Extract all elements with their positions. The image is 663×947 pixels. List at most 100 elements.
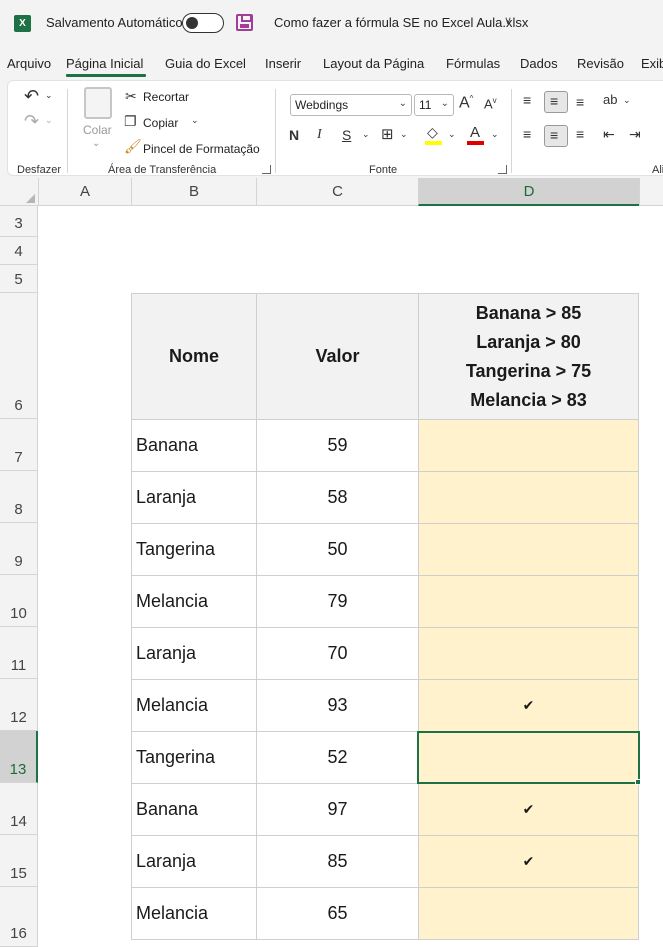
cell-nome[interactable]: Melancia — [131, 575, 257, 628]
column-header-e[interactable] — [639, 178, 663, 206]
row-header-5[interactable]: 5 — [0, 265, 38, 293]
tab-guia-do-excel[interactable]: Guia do Excel — [165, 56, 246, 71]
cell-resultado[interactable] — [418, 627, 639, 680]
align-right-icon[interactable]: ≡ — [576, 127, 584, 141]
cell-valor[interactable]: 70 — [256, 627, 419, 680]
column-header-d[interactable]: D — [418, 178, 639, 206]
cell-nome[interactable]: Laranja — [131, 471, 257, 524]
tab-formulas[interactable]: Fórmulas — [446, 56, 500, 71]
align-middle-button[interactable]: ≡ — [544, 91, 568, 113]
cell-nome[interactable]: Banana — [131, 419, 257, 472]
row-header-3[interactable]: 3 — [0, 206, 38, 237]
cell-valor[interactable]: 79 — [256, 575, 419, 628]
grow-font-icon[interactable]: A^ — [459, 95, 473, 111]
autosave-toggle[interactable] — [182, 13, 224, 33]
tab-dados[interactable]: Dados — [520, 56, 558, 71]
row-header-14[interactable]: 14 — [0, 783, 38, 835]
cell-nome[interactable]: Melancia — [131, 679, 257, 732]
cell-resultado[interactable] — [418, 471, 639, 524]
header-criteria[interactable]: Banana > 85 Laranja > 80 Tangerina > 75 … — [418, 293, 639, 420]
cell-resultado[interactable] — [418, 575, 639, 628]
header-nome[interactable]: Nome — [131, 293, 257, 420]
tab-inserir[interactable]: Inserir — [265, 56, 301, 71]
active-cell-selection[interactable] — [417, 731, 640, 784]
format-painter-icon[interactable]: 🖌 — [124, 139, 142, 153]
font-color-button[interactable]: A — [470, 125, 480, 140]
undo-icon[interactable]: ↶ — [24, 87, 39, 105]
fill-color-icon[interactable]: ◇ — [427, 125, 438, 139]
align-left-icon[interactable]: ≡ — [523, 127, 531, 141]
undo-dropdown-icon[interactable]: ⌄ — [45, 91, 53, 100]
font-color-dropdown-icon[interactable]: ⌄ — [491, 130, 499, 139]
paste-dropdown-icon[interactable]: ⌄ — [92, 139, 100, 149]
chevron-down-icon[interactable]: ∨ — [504, 14, 512, 27]
cell-valor[interactable]: 52 — [256, 731, 419, 784]
cell-nome[interactable]: Tangerina — [131, 731, 257, 784]
decrease-indent-icon[interactable]: ⇤ — [603, 127, 615, 141]
align-top-icon[interactable]: ≡ — [523, 93, 531, 107]
row-header-13[interactable]: 13 — [0, 731, 38, 783]
fill-color-dropdown-icon[interactable]: ⌄ — [448, 130, 456, 139]
cell-resultado[interactable] — [418, 523, 639, 576]
cell-resultado[interactable]: ✔ — [418, 835, 639, 888]
orientation-icon[interactable]: ab — [603, 93, 617, 106]
copy-icon[interactable]: ❐ — [124, 114, 137, 128]
cell-valor[interactable]: 93 — [256, 679, 419, 732]
shrink-font-icon[interactable]: Av — [484, 97, 497, 111]
cell-resultado[interactable] — [418, 887, 639, 940]
copy-label[interactable]: Copiar — [143, 116, 178, 130]
cell-nome[interactable]: Tangerina — [131, 523, 257, 576]
increase-indent-icon[interactable]: ⇥ — [629, 127, 641, 141]
row-header-6[interactable]: 6 — [0, 293, 38, 419]
column-header-c[interactable]: C — [256, 178, 418, 206]
redo-icon[interactable]: ↷ — [24, 112, 39, 130]
header-valor[interactable]: Valor — [256, 293, 419, 420]
tab-pagina-inicial[interactable]: Página Inicial — [66, 56, 143, 71]
cut-icon[interactable]: ✂ — [125, 89, 137, 103]
row-header-8[interactable]: 8 — [0, 471, 38, 523]
cell-nome[interactable]: Laranja — [131, 627, 257, 680]
cell-valor[interactable]: 58 — [256, 471, 419, 524]
align-center-button[interactable]: ≡ — [544, 125, 568, 147]
redo-dropdown-icon[interactable]: ⌄ — [45, 116, 53, 125]
cell-valor[interactable]: 59 — [256, 419, 419, 472]
cell-valor[interactable]: 50 — [256, 523, 419, 576]
font-size-select[interactable]: 11 ⌄ — [414, 94, 454, 116]
cell-valor[interactable]: 85 — [256, 835, 419, 888]
cell-nome[interactable]: Banana — [131, 783, 257, 836]
row-header-9[interactable]: 9 — [0, 523, 38, 575]
save-icon[interactable] — [236, 14, 253, 31]
borders-icon[interactable]: ⊞ — [381, 127, 394, 142]
document-title[interactable]: Como fazer a fórmula SE no Excel Aula.xl… — [274, 15, 528, 30]
orientation-dropdown-icon[interactable]: ⌄ — [623, 96, 631, 105]
font-launcher-icon[interactable] — [498, 165, 507, 174]
tab-exibir[interactable]: Exib — [641, 56, 663, 71]
row-header-4[interactable]: 4 — [0, 237, 38, 265]
font-name-select[interactable]: Webdings ⌄ — [290, 94, 412, 116]
cell-nome[interactable]: Melancia — [131, 887, 257, 940]
row-header-12[interactable]: 12 — [0, 679, 38, 731]
underline-button[interactable]: S — [342, 128, 351, 142]
tab-arquivo[interactable]: Arquivo — [7, 56, 51, 71]
row-header-10[interactable]: 10 — [0, 575, 38, 627]
paste-label[interactable]: Colar — [83, 123, 112, 137]
cell-resultado[interactable]: ✔ — [418, 679, 639, 732]
clipboard-launcher-icon[interactable] — [262, 165, 271, 174]
italic-button[interactable]: I — [317, 128, 322, 142]
bold-button[interactable]: N — [289, 128, 299, 142]
row-header-11[interactable]: 11 — [0, 627, 38, 679]
row-header-7[interactable]: 7 — [0, 419, 38, 471]
format-painter-label[interactable]: Pincel de Formatação — [143, 142, 260, 156]
column-header-a[interactable]: A — [38, 178, 131, 206]
cell-valor[interactable]: 65 — [256, 887, 419, 940]
fill-handle[interactable] — [635, 779, 641, 785]
borders-dropdown-icon[interactable]: ⌄ — [400, 130, 408, 139]
cut-label[interactable]: Recortar — [143, 90, 189, 104]
row-header-16[interactable]: 16 — [0, 887, 38, 947]
paste-icon[interactable] — [84, 87, 112, 119]
underline-dropdown-icon[interactable]: ⌄ — [362, 130, 370, 139]
select-all-corner[interactable] — [0, 178, 38, 206]
cell-valor[interactable]: 97 — [256, 783, 419, 836]
tab-layout-da-pagina[interactable]: Layout da Página — [323, 56, 424, 71]
cell-nome[interactable]: Laranja — [131, 835, 257, 888]
